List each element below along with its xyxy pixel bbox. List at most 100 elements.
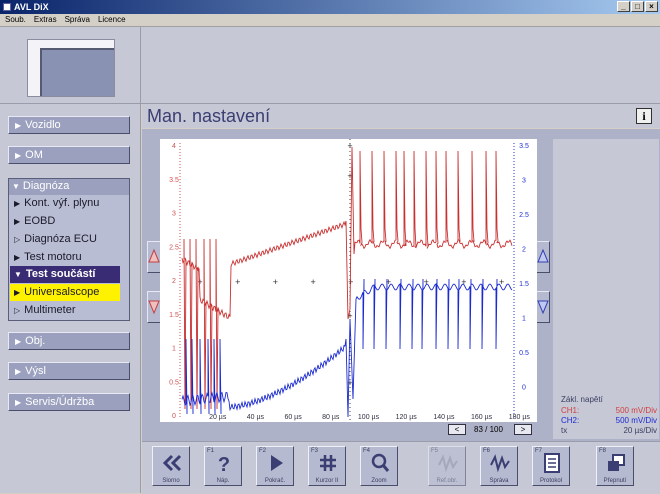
info-row-ch2: CH2: 500 mV/Div xyxy=(561,416,657,425)
wave-icon xyxy=(490,454,510,473)
svg-text:?: ? xyxy=(218,454,230,475)
ch2-tick-label: 3.5 xyxy=(519,143,529,150)
page-title: Man. nastavení xyxy=(147,106,271,126)
window-title: AVL DiX xyxy=(14,2,49,12)
ch1-tick-label: 2.5 xyxy=(169,244,179,251)
x-tick-label: 140 µs xyxy=(433,414,455,421)
sidebar-item-vehicle[interactable]: ▶ Vozidlo xyxy=(8,116,130,134)
arrow-right-outline-icon: ▷ xyxy=(14,235,21,244)
x-tick-label: 20 µs xyxy=(209,414,227,421)
ch1-tick-label: 3.5 xyxy=(169,177,179,184)
arrow-right-icon: ▶ xyxy=(15,398,22,407)
ch2-tick-label: 2.5 xyxy=(519,212,529,219)
diag-item-exhaust[interactable]: ▶ Kont. výf. plynu xyxy=(10,195,120,212)
arrow-right-icon: ▶ xyxy=(15,337,22,346)
bottom-toolbar: Slorno F1 ? Náp. F2 Pokrač. F3 Kurzor II… xyxy=(142,441,660,494)
sidebar-item-om[interactable]: ▶ OM xyxy=(8,146,130,164)
document-icon xyxy=(544,453,560,473)
ch1-tick-label: 0 xyxy=(172,413,176,420)
arrow-down-icon: ▼ xyxy=(14,270,22,279)
prev-page-button[interactable]: < xyxy=(448,424,466,435)
reference-button[interactable]: F5 Ref.obr. xyxy=(428,446,466,486)
arrow-right-icon: ▶ xyxy=(14,253,21,262)
pager: < 83 / 100 > xyxy=(448,424,538,436)
ch2-tick-label: 1.5 xyxy=(519,281,529,288)
cursor-grid-icon xyxy=(320,455,336,471)
triangle-up-icon xyxy=(148,248,160,263)
ch1-tick-label: 0.5 xyxy=(169,379,179,386)
menu-management[interactable]: Správa xyxy=(65,15,90,24)
ch1-tick-label: 1.5 xyxy=(169,312,179,319)
menu-bar: Soub. Extras Správa Licence xyxy=(0,14,660,27)
arrow-right-icon: ▶ xyxy=(14,288,21,297)
back-button[interactable]: Slorno xyxy=(152,446,190,486)
windows-icon xyxy=(608,454,625,471)
close-button[interactable]: × xyxy=(645,1,658,12)
ch1-tick-label: 2 xyxy=(172,278,176,285)
play-icon xyxy=(271,455,283,471)
diag-item-component-test[interactable]: ▼ Test součástí xyxy=(10,266,120,283)
info-row-ch1: CH1: 500 mV/Div xyxy=(561,406,657,415)
oscilloscope-plot: 4 3.5 3 2.5 2 1.5 1 0.5 0 3.5 3 2.5 2 1.5 1 0.5 0 20 µs 40… xyxy=(169,139,531,422)
next-page-button[interactable]: > xyxy=(514,424,532,435)
oscilloscope-display[interactable]: 4 3.5 3 2.5 2 1.5 1 0.5 0 3.5 3 2.5 2 1.5 1 0.5 0 20 µs 40… xyxy=(160,139,537,422)
ch2-tick-label: 1 xyxy=(522,316,526,323)
minimize-button[interactable]: _ xyxy=(617,1,630,12)
arrow-right-icon: ▶ xyxy=(15,367,22,376)
maximize-button[interactable]: □ xyxy=(631,1,644,12)
menu-file[interactable]: Soub. xyxy=(5,15,26,24)
ch2-tick-label: 3 xyxy=(522,178,526,185)
top-banner xyxy=(0,27,660,104)
logo xyxy=(27,39,115,97)
ch1-up-button[interactable] xyxy=(147,241,161,273)
x-tick-label: 80 µs xyxy=(322,414,340,421)
ch2-waveform xyxy=(181,278,513,418)
triangle-up-icon xyxy=(537,248,549,263)
double-chevron-left-icon xyxy=(162,454,182,472)
arrow-right-icon: ▶ xyxy=(15,151,22,160)
diag-item-multimeter[interactable]: ▷ Multimeter xyxy=(10,302,120,319)
diag-item-eobd[interactable]: ▶ EOBD xyxy=(10,213,120,230)
x-tick-label: 40 µs xyxy=(247,414,265,421)
switch-button[interactable]: F8 Přepnutí xyxy=(596,446,634,486)
cursor-button[interactable]: F3 Kurzor II xyxy=(308,446,346,486)
x-tick-label: 120 µs xyxy=(396,414,418,421)
arrow-down-icon: ▼ xyxy=(12,182,20,191)
sidebar-item-service[interactable]: ▶ Servis/Údržba xyxy=(8,393,130,411)
info-icon[interactable]: i xyxy=(636,108,652,124)
ch1-tick-label: 4 xyxy=(172,143,176,150)
diag-item-universalscope[interactable]: ▶ Universalscope xyxy=(10,284,120,301)
question-icon: ? xyxy=(218,454,230,475)
ch2-up-button[interactable] xyxy=(536,241,550,273)
grid-marker: + xyxy=(499,277,504,287)
ch2-tick-label: 0 xyxy=(522,385,526,392)
ch2-tick-label: 2 xyxy=(522,247,526,254)
ch1-down-button[interactable] xyxy=(147,291,161,323)
arrow-right-outline-icon: ▷ xyxy=(14,306,21,315)
sidebar-item-objects[interactable]: ▶ Obj. xyxy=(8,332,130,350)
reference-wave-icon xyxy=(438,454,458,473)
zoom-icon xyxy=(371,453,390,472)
sidebar-item-results[interactable]: ▶ Výsl xyxy=(8,362,130,380)
x-tick-label: 160 µs xyxy=(471,414,493,421)
arrow-right-icon: ▶ xyxy=(14,199,21,208)
menu-license[interactable]: Licence xyxy=(98,15,126,24)
zoom-button[interactable]: F4 Zoom xyxy=(360,446,398,486)
manage-button[interactable]: F6 Správa xyxy=(480,446,518,486)
ch2-down-button[interactable] xyxy=(536,291,550,323)
protocol-button[interactable]: F7 Protokol xyxy=(532,446,570,486)
x-tick-label: 180 µs xyxy=(509,414,531,421)
triangle-down-icon xyxy=(148,300,160,315)
menu-extras[interactable]: Extras xyxy=(34,15,57,24)
grid-marker: + xyxy=(235,277,240,287)
arrow-right-icon: ▶ xyxy=(14,217,21,226)
sidebar-item-diagnosis[interactable]: ▼ Diagnóza xyxy=(9,179,129,195)
grid-marker: + xyxy=(310,277,315,287)
page-indicator: 83 / 100 xyxy=(474,425,503,434)
help-button[interactable]: F1 ? Náp. xyxy=(204,446,242,486)
continue-button[interactable]: F2 Pokrač. xyxy=(256,446,294,486)
x-tick-label: 100 µs xyxy=(358,414,380,421)
info-panel: Zákl. napětí CH1: 500 mV/Div CH2: 500 mV/D… xyxy=(553,139,659,439)
diag-item-ecu[interactable]: ▷ Diagnóza ECU xyxy=(10,231,120,248)
diag-item-engine-test[interactable]: ▶ Test motoru xyxy=(10,249,120,266)
